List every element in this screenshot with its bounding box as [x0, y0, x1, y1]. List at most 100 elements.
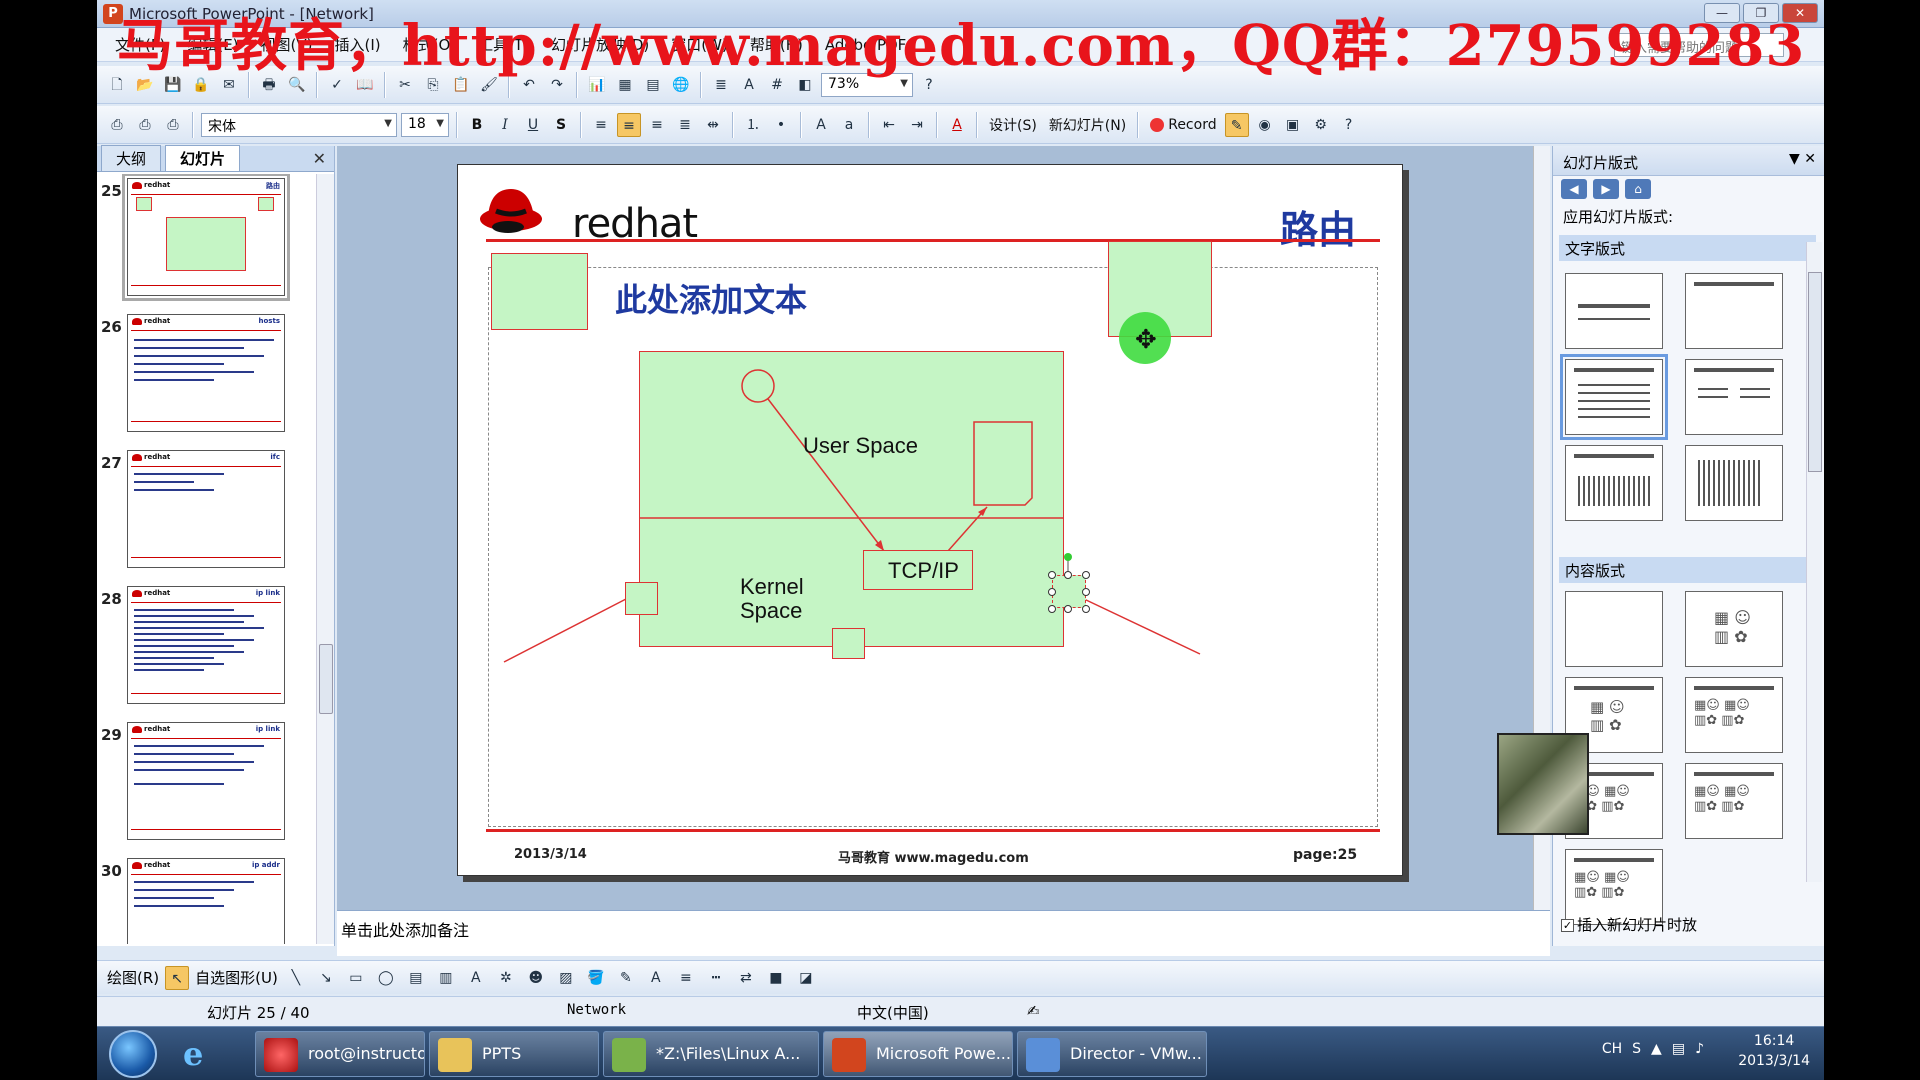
taskbar-ppts-folder[interactable]: PPTS [429, 1031, 599, 1077]
thumbnail-slide-28[interactable]: 28 redhat ip link [97, 582, 317, 718]
redo-icon[interactable]: ↷ [545, 73, 569, 97]
menu-format[interactable]: 格式(O) [403, 34, 457, 55]
minimize-button[interactable]: — [1704, 3, 1740, 23]
format-painter-icon[interactable]: 🖌 [477, 73, 501, 97]
language-bar[interactable]: CH [1602, 1041, 1622, 1057]
clock[interactable]: 16:14 2013/3/14 [1738, 1031, 1810, 1071]
new-slide-button[interactable]: 新幻灯片(N) [1045, 115, 1130, 135]
menu-insert[interactable]: 插入(I) [335, 34, 381, 55]
task-pane-scrollbar[interactable] [1806, 242, 1822, 882]
menu-file[interactable]: 文件(F) [115, 34, 165, 55]
bullets-icon[interactable]: • [769, 113, 793, 137]
line-style-icon[interactable]: ≡ [674, 966, 698, 990]
settings-icon[interactable]: ⚙ [1309, 113, 1333, 137]
shadow-button[interactable]: S [549, 113, 573, 137]
cut-icon[interactable]: ✂ [393, 73, 417, 97]
pdf-review-icon[interactable]: ⎙ [161, 113, 185, 137]
layout-title-slide[interactable] [1565, 273, 1663, 349]
3d-style-icon[interactable]: ◪ [794, 966, 818, 990]
checkbox-icon[interactable]: ✓ [1561, 919, 1574, 932]
email-icon[interactable]: ✉ [217, 73, 241, 97]
select-pointer-icon[interactable]: ↖ [165, 965, 190, 990]
home-icon[interactable]: ⌂ [1625, 179, 1651, 199]
pdf-email-icon[interactable]: ⎙ [133, 113, 157, 137]
undo-icon[interactable]: ↶ [517, 73, 541, 97]
expand-all-icon[interactable]: ≣ [709, 73, 733, 97]
thumbnail-slide-25[interactable]: 25 redhat 路由 [97, 174, 317, 310]
volume-icon[interactable]: ♪ [1695, 1041, 1704, 1057]
layout-title-and-text[interactable] [1560, 354, 1668, 440]
arrow-style-icon[interactable]: ⇄ [734, 966, 758, 990]
vertical-textbox-icon[interactable]: ▥ [434, 966, 458, 990]
menu-view[interactable]: 视图(V) [261, 34, 313, 55]
show-grid-icon[interactable]: # [765, 73, 789, 97]
research-icon[interactable]: 📖 [353, 73, 377, 97]
tray-arrow-icon[interactable]: ▲ [1651, 1041, 1662, 1057]
network-icon[interactable]: ▤ [1672, 1041, 1685, 1057]
open-icon[interactable]: 📂 [133, 73, 157, 97]
menu-adobe-pdf[interactable]: Adobe PDF [825, 36, 906, 54]
thumbnail-scrollbar[interactable] [316, 174, 334, 944]
layout-title-two-content[interactable]: ▦☺ ▦☺ ▥✿ ▥✿ [1685, 677, 1783, 753]
selection-handles[interactable] [1044, 551, 1094, 617]
arrow-icon[interactable]: ↘ [314, 966, 338, 990]
menu-help[interactable]: 帮助(H) [750, 34, 803, 55]
layout-vertical-text[interactable] [1565, 445, 1663, 521]
webcam-icon[interactable]: ◉ [1253, 113, 1277, 137]
autoshape-menu[interactable]: 自选图形(U) [195, 967, 278, 988]
ie-icon[interactable]: e [183, 1035, 203, 1073]
taskbar-vmware[interactable]: Director - VMw... [1017, 1031, 1207, 1077]
line-icon[interactable]: ╲ [284, 966, 308, 990]
start-button[interactable] [109, 1030, 157, 1078]
layout-title-content-1over2[interactable]: ▦☺ ▦☺ ▥✿ ▥✿ [1685, 763, 1783, 839]
line-color-icon[interactable]: ✎ [614, 966, 638, 990]
decrease-font-icon[interactable]: a [837, 113, 861, 137]
thumbnail-slide-29[interactable]: 29 redhat ip link [97, 718, 317, 854]
permission-icon[interactable]: 🔒 [189, 73, 213, 97]
numbering-icon[interactable]: ⒈ [741, 113, 765, 137]
layout-content[interactable]: ▦ ☺ ▥ ✿ [1685, 591, 1783, 667]
thumbnail-slide-30[interactable]: 30 redhat ip addr [97, 854, 317, 944]
underline-button[interactable]: U [521, 113, 545, 137]
align-left-icon[interactable]: ≡ [589, 113, 613, 137]
thumbnail-slide-26[interactable]: 26 redhat hosts [97, 310, 317, 446]
thumbnail-slide-27[interactable]: 27 redhat ifc [97, 446, 317, 582]
align-center-icon[interactable]: ≡ [617, 112, 641, 137]
align-right-icon[interactable]: ≡ [645, 113, 669, 137]
forward-icon[interactable]: ▶ [1593, 179, 1619, 199]
notes-pane[interactable]: 单击此处添加备注 [337, 910, 1550, 956]
ime-icon[interactable]: S [1632, 1041, 1641, 1057]
justify-icon[interactable]: ≣ [673, 113, 697, 137]
distribute-icon[interactable]: ⇹ [701, 113, 725, 137]
tables-borders-icon[interactable]: ▤ [641, 73, 665, 97]
new-icon[interactable]: 🗋 [105, 73, 129, 97]
increase-indent-icon[interactable]: ⇥ [905, 113, 929, 137]
font-size-combo[interactable]: 18 [401, 112, 449, 137]
pdf-create-icon[interactable]: ⎙ [105, 113, 129, 137]
taskbar-terminal[interactable]: root@instructor:... [255, 1031, 425, 1077]
help-icon[interactable]: ? [917, 73, 941, 97]
record-help-icon[interactable]: ? [1337, 113, 1361, 137]
italic-button[interactable]: I [493, 113, 517, 137]
design-button[interactable]: 设计(S) [985, 115, 1041, 135]
zoom-combo[interactable]: 73% [821, 72, 913, 97]
spelling-icon[interactable]: ✓ [325, 73, 349, 97]
back-icon[interactable]: ◀ [1561, 179, 1587, 199]
font-combo[interactable]: 宋体 [201, 112, 397, 137]
decrease-indent-icon[interactable]: ⇤ [877, 113, 901, 137]
interface-box-bottom[interactable] [832, 628, 865, 659]
tab-outline[interactable]: 大纲 [101, 145, 162, 171]
textbox-icon[interactable]: ▤ [404, 966, 428, 990]
fill-color-icon[interactable]: 🪣 [584, 966, 608, 990]
shadow-style-icon[interactable]: ■ [764, 966, 788, 990]
save-icon[interactable]: 💾 [161, 73, 185, 97]
draw-menu[interactable]: 绘图(R) [107, 967, 159, 988]
menu-edit[interactable]: 编辑(E) [187, 34, 238, 55]
clipart-icon[interactable]: ☻ [524, 966, 548, 990]
interface-box-left[interactable] [625, 582, 658, 615]
layout-blank[interactable] [1565, 591, 1663, 667]
close-button[interactable]: ✕ [1782, 3, 1818, 23]
insert-new-slide-checkbox[interactable]: ✓ 插入新幻灯片时放 [1561, 914, 1697, 935]
font-color-draw-icon[interactable]: A [644, 966, 668, 990]
menu-tools[interactable]: 工具(T) [478, 34, 529, 55]
